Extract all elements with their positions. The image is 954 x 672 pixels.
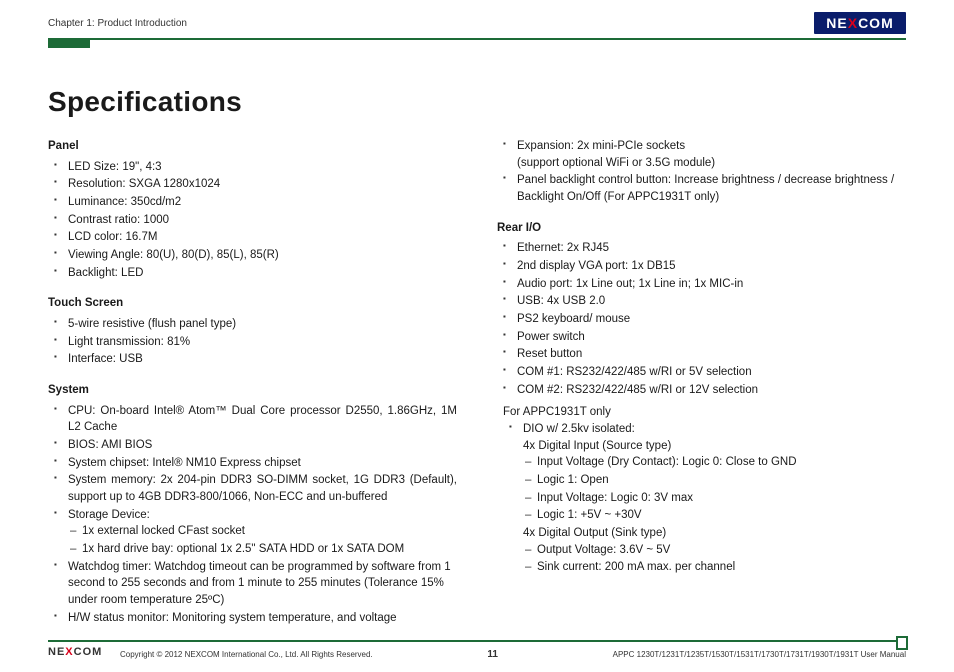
list-item: Panel backlight control button: Increase…: [517, 172, 906, 205]
list-item: System chipset: Intel® NM10 Express chip…: [68, 455, 457, 472]
list-item: Backlight: LED: [68, 265, 457, 282]
list-item: System memory: 2x 204-pin DDR3 SO-DIMM s…: [68, 472, 457, 505]
list-item: Ethernet: 2x RJ45: [517, 240, 906, 257]
list-item: CPU: On-board Intel® Atom™ Dual Core pro…: [68, 403, 457, 436]
page-header: Chapter 1: Product Introduction NEXCOM: [48, 12, 906, 34]
footer-rule: [48, 640, 906, 642]
page-title: Specifications: [48, 86, 906, 118]
header-accent: [48, 40, 90, 48]
copyright-text: Copyright © 2012 NEXCOM International Co…: [120, 650, 373, 659]
list-item: 2nd display VGA port: 1x DB15: [517, 258, 906, 275]
list-item: Power switch: [517, 329, 906, 346]
panel-list: LED Size: 19", 4:3 Resolution: SXGA 1280…: [48, 159, 457, 282]
touch-list: 5-wire resistive (flush panel type) Ligh…: [48, 316, 457, 368]
list-item: Logic 1: Open: [537, 472, 906, 489]
list-item: Storage Device: 1x external locked CFast…: [68, 507, 457, 558]
chapter-label: Chapter 1: Product Introduction: [48, 18, 187, 29]
appc1931t-note: For APPC1931T only DIO w/ 2.5kv isolated…: [497, 404, 906, 576]
sub-text: 4x Digital Output (Sink type): [523, 525, 906, 542]
system-list: CPU: On-board Intel® Atom™ Dual Core pro…: [48, 403, 457, 627]
list-item: H/W status monitor: Monitoring system te…: [68, 610, 457, 627]
storage-sublist: 1x external locked CFast socket 1x hard …: [68, 523, 457, 557]
list-item: Viewing Angle: 80(U), 80(D), 85(L), 85(R…: [68, 247, 457, 264]
list-item: Contrast ratio: 1000: [68, 212, 457, 229]
list-item: 5-wire resistive (flush panel type): [68, 316, 457, 333]
list-item: Output Voltage: 3.6V ~ 5V: [537, 542, 906, 559]
header-rule: [48, 38, 906, 40]
section-heading: Panel: [48, 138, 457, 155]
list-item: Logic 1: +5V ~ +30V: [537, 507, 906, 524]
footer-left: NEXCOM Copyright © 2012 NEXCOM Internati…: [48, 646, 373, 662]
list-item: Resolution: SXGA 1280x1024: [68, 176, 457, 193]
output-sublist: Output Voltage: 3.6V ~ 5V Sink current: …: [523, 542, 906, 576]
list-item: Audio port: 1x Line out; 1x Line in; 1x …: [517, 276, 906, 293]
manual-ref: APPC 1230T/1231T/1235T/1530T/1531T/1730T…: [613, 650, 906, 659]
nexcom-logo: NEXCOM: [814, 12, 906, 34]
list-item: COM #2: RS232/422/485 w/RI or 12V select…: [517, 382, 906, 399]
nexcom-logo-small: NEXCOM: [48, 646, 112, 662]
footer-bar: NEXCOM Copyright © 2012 NEXCOM Internati…: [48, 646, 906, 662]
list-item: LCD color: 16.7M: [68, 229, 457, 246]
list-item: Reset button: [517, 346, 906, 363]
list-item: Sink current: 200 mA max. per channel: [537, 559, 906, 576]
list-item: PS2 keyboard/ mouse: [517, 311, 906, 328]
list-item: BIOS: AMI BIOS: [68, 437, 457, 454]
page-footer: NEXCOM Copyright © 2012 NEXCOM Internati…: [48, 640, 906, 662]
list-item: COM #1: RS232/422/485 w/RI or 5V selecti…: [517, 364, 906, 381]
list-item: Interface: USB: [68, 351, 457, 368]
list-item: Expansion: 2x mini-PCIe sockets (support…: [517, 138, 906, 171]
system-continued: Expansion: 2x mini-PCIe sockets (support…: [497, 138, 906, 206]
list-item: 1x hard drive bay: optional 1x 2.5" SATA…: [82, 541, 457, 558]
section-heading: Rear I/O: [497, 220, 906, 237]
right-column: Expansion: 2x mini-PCIe sockets (support…: [497, 124, 906, 627]
list-item: Light transmission: 81%: [68, 334, 457, 351]
section-heading: Touch Screen: [48, 295, 457, 312]
dio-list: DIO w/ 2.5kv isolated: 4x Digital Input …: [503, 421, 906, 576]
list-item: LED Size: 19", 4:3: [68, 159, 457, 176]
sub-text: 4x Digital Input (Source type): [523, 438, 906, 455]
lead-text: For APPC1931T only: [503, 404, 906, 421]
section-heading: System: [48, 382, 457, 399]
left-column: Panel LED Size: 19", 4:3 Resolution: SXG…: [48, 124, 457, 627]
list-item: Input Voltage: Logic 0: 3V max: [537, 490, 906, 507]
list-item: Watchdog timer: Watchdog timeout can be …: [68, 559, 457, 609]
list-item: Input Voltage (Dry Contact): Logic 0: Cl…: [537, 454, 906, 471]
list-item: DIO w/ 2.5kv isolated: 4x Digital Input …: [523, 421, 906, 576]
content-columns: Panel LED Size: 19", 4:3 Resolution: SXG…: [48, 124, 906, 627]
list-item: 1x external locked CFast socket: [82, 523, 457, 540]
input-sublist: Input Voltage (Dry Contact): Logic 0: Cl…: [523, 454, 906, 524]
list-item: Luminance: 350cd/m2: [68, 194, 457, 211]
page-number: 11: [487, 649, 498, 660]
list-item: USB: 4x USB 2.0: [517, 293, 906, 310]
rear-io-list: Ethernet: 2x RJ45 2nd display VGA port: …: [497, 240, 906, 398]
